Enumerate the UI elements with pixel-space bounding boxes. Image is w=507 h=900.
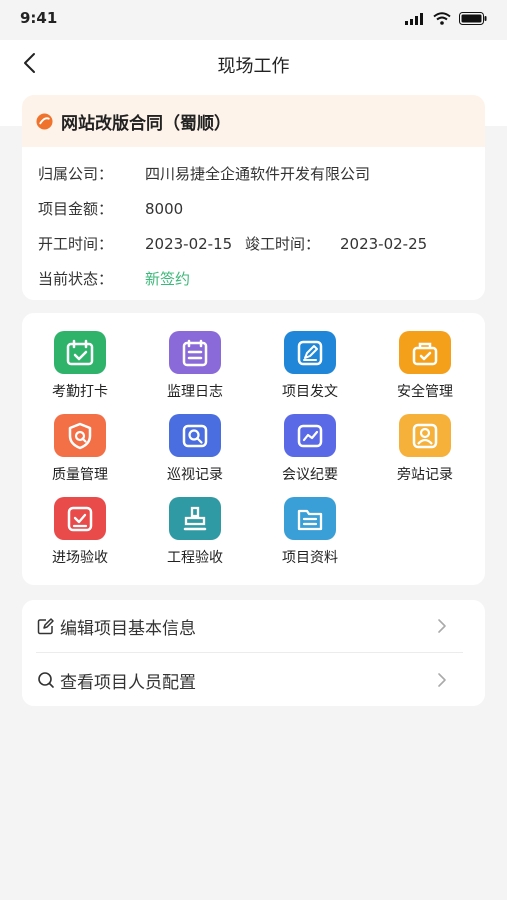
chevron-right-icon (438, 619, 446, 633)
battery-icon (459, 12, 487, 25)
module-label: 安全管理 (397, 384, 453, 400)
dates-row: 开工时间： 2023-02-15 竣工时间： 2023-02-25 (38, 233, 427, 254)
module-attendance[interactable]: 考勤打卡 (30, 331, 130, 411)
chevron-right-icon (438, 673, 446, 687)
module-label: 会议纪要 (282, 467, 338, 483)
company-value: 四川易捷全企通软件开发有限公司 (145, 165, 371, 183)
start-label: 开工时间： (38, 235, 114, 253)
person-card-icon (399, 414, 451, 457)
status-icons (405, 12, 487, 25)
module-grid-card: 考勤打卡 监理日志 项目发文 安全管理 质量管理 巡视记录 会议纪要 旁站记录 … (22, 313, 485, 585)
menu-card: 编辑项目基本信息 查看项目人员配置 (22, 600, 485, 706)
calendar-check-icon (54, 331, 106, 374)
amount-label: 项目金额： (38, 200, 114, 218)
nav-bar: 现场工作 (0, 40, 507, 86)
company-row: 归属公司： 四川易捷全企通软件开发有限公司 (38, 163, 370, 184)
signal-icon (405, 12, 423, 25)
module-safety[interactable]: 安全管理 (375, 331, 475, 411)
status-label: 当前状态： (38, 270, 114, 288)
module-label: 监理日志 (167, 384, 223, 400)
module-label: 考勤打卡 (52, 384, 108, 400)
meeting-chart-icon (284, 414, 336, 457)
edit-project-info-label: 编辑项目基本信息 (60, 618, 196, 639)
amount-row: 项目金额： 8000 (38, 198, 183, 219)
menu-divider (36, 652, 463, 653)
module-label: 巡视记录 (167, 467, 223, 483)
module-quality[interactable]: 质量管理 (30, 414, 130, 494)
module-project-files[interactable]: 项目资料 (260, 497, 360, 577)
view-project-staff-label: 查看项目人员配置 (60, 672, 196, 693)
status-value: 新签约 (145, 270, 191, 288)
project-title: 网站改版合同（蜀顺） (61, 113, 231, 134)
module-project-acceptance[interactable]: 工程验收 (145, 497, 245, 577)
entry-check-icon (54, 497, 106, 540)
patrol-search-icon (169, 414, 221, 457)
end-value: 2023-02-25 (339, 235, 428, 253)
folder-icon (284, 497, 336, 540)
wifi-icon (433, 12, 451, 25)
module-patrol[interactable]: 巡视记录 (145, 414, 245, 494)
end-label: 竣工时间： (244, 235, 320, 253)
status-bar: 9:41 (0, 0, 507, 40)
module-label: 项目发文 (282, 384, 338, 400)
edit-document-icon (284, 331, 336, 374)
module-label: 质量管理 (52, 467, 108, 483)
module-label: 进场验收 (52, 550, 108, 566)
module-supervision-log[interactable]: 监理日志 (145, 331, 245, 411)
module-meeting[interactable]: 会议纪要 (260, 414, 360, 494)
log-list-icon (169, 331, 221, 374)
edit-icon (36, 616, 56, 636)
quality-shield-icon (54, 414, 106, 457)
view-project-staff-item[interactable]: 查看项目人员配置 (22, 654, 485, 706)
status-time: 9:41 (20, 9, 58, 27)
project-info-card: 网站改版合同（蜀顺） 归属公司： 四川易捷全企通软件开发有限公司 项目金额： 800… (22, 95, 485, 300)
page-title: 现场工作 (217, 56, 290, 77)
module-project-doc[interactable]: 项目发文 (260, 331, 360, 411)
amount-value: 8000 (145, 200, 184, 218)
module-label: 工程验收 (167, 550, 223, 566)
project-header: 网站改版合同（蜀顺） (22, 95, 485, 147)
module-entry-acceptance[interactable]: 进场验收 (30, 497, 130, 577)
search-icon (36, 670, 56, 690)
start-value: 2023-02-15 (145, 235, 233, 253)
module-label: 项目资料 (282, 550, 338, 566)
stamp-icon (169, 497, 221, 540)
status-row: 当前状态： 新签约 (38, 268, 190, 289)
safety-bag-icon (399, 331, 451, 374)
module-label: 旁站记录 (397, 467, 453, 483)
project-badge-icon (36, 112, 53, 130)
edit-project-info-item[interactable]: 编辑项目基本信息 (22, 600, 485, 652)
company-label: 归属公司： (38, 165, 114, 183)
module-side-station[interactable]: 旁站记录 (375, 414, 475, 494)
